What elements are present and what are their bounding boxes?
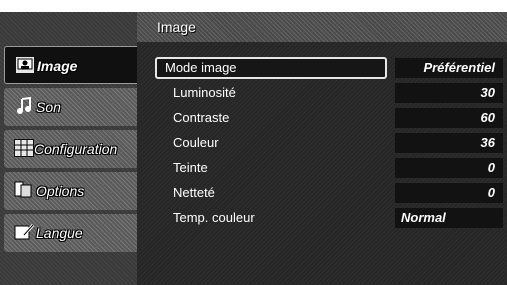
setting-value: Préférentiel <box>423 60 495 75</box>
setting-value-box[interactable]: 60 <box>395 108 503 128</box>
setting-value-box[interactable]: 36 <box>395 133 503 153</box>
panel-header: Image <box>137 12 507 42</box>
setting-label: Temp. couleur <box>173 210 255 225</box>
grid-icon <box>14 139 34 157</box>
tv-menu-screen: Image Son Configuration Options Langue I… <box>0 0 507 285</box>
setting-row-temp-couleur[interactable]: Temp. couleur Normal <box>155 207 507 229</box>
setting-value-box[interactable]: 0 <box>395 183 503 203</box>
setting-value-box[interactable]: Normal <box>395 208 503 228</box>
setting-value: 36 <box>480 135 495 150</box>
page-title: Image <box>157 19 196 35</box>
setting-row-contraste[interactable]: Contraste 60 <box>155 107 507 129</box>
setting-value: 0 <box>487 160 495 175</box>
setting-row-luminosite[interactable]: Luminosité 30 <box>155 82 507 104</box>
setting-label: Contraste <box>173 110 230 125</box>
setting-row-teinte[interactable]: Teinte 0 <box>155 157 507 179</box>
setting-value-box[interactable]: Préférentiel <box>395 58 503 78</box>
sidebar-item-configuration[interactable]: Configuration <box>4 130 137 168</box>
picture-icon <box>15 56 35 74</box>
setting-value: 60 <box>480 110 495 125</box>
sidebar-item-options[interactable]: Options <box>4 172 137 210</box>
setting-value: 0 <box>487 185 495 200</box>
sidebar-item-son[interactable]: Son <box>4 88 137 126</box>
settings-panel: Image Mode image Préférentiel Luminosité… <box>137 12 507 285</box>
sidebar-item-label: Langue <box>36 225 83 241</box>
setting-row-couleur[interactable]: Couleur 36 <box>155 132 507 154</box>
sidebar: Image Son Configuration Options Langue <box>0 12 137 285</box>
sidebar-item-label: Configuration <box>34 141 118 157</box>
setting-value: 30 <box>480 85 495 100</box>
setting-label: Netteté <box>173 185 215 200</box>
setting-row-nettete[interactable]: Netteté 0 <box>155 182 507 204</box>
setting-label: Luminosité <box>173 85 236 100</box>
setting-value-box[interactable]: 30 <box>395 83 503 103</box>
sidebar-item-label: Son <box>36 99 61 115</box>
top-clip-text <box>0 0 150 12</box>
setting-row-mode-image[interactable]: Mode image Préférentiel <box>155 57 507 79</box>
sidebar-item-label: Image <box>37 58 78 74</box>
sidebar-item-label: Options <box>36 183 85 199</box>
music-note-icon <box>14 96 34 115</box>
setting-label: Teinte <box>173 160 208 175</box>
setting-value-box[interactable]: 0 <box>395 158 503 178</box>
sidebar-item-image[interactable]: Image <box>4 46 137 84</box>
options-icon <box>14 181 34 199</box>
setting-label: Couleur <box>173 135 219 150</box>
setting-label: Mode image <box>165 60 237 75</box>
setting-value: Normal <box>401 210 446 225</box>
pencil-note-icon <box>14 223 35 241</box>
sidebar-item-langue[interactable]: Langue <box>4 214 137 252</box>
